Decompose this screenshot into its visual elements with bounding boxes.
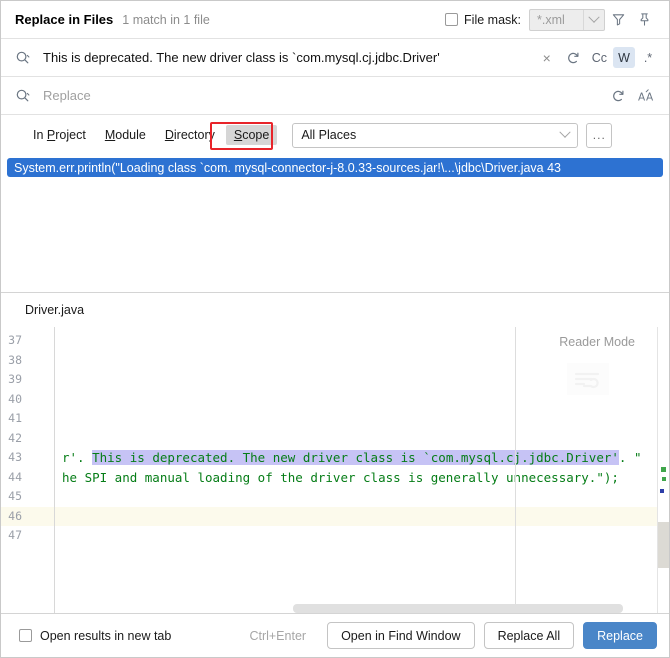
horizontal-scrollbar-thumb[interactable]: [293, 604, 623, 613]
open-results-new-tab-label: Open results in new tab: [40, 628, 172, 643]
scope-tab-in-project[interactable]: In Project: [25, 125, 94, 145]
table-row[interactable]: System.err.println("Loading class `com. …: [7, 158, 663, 177]
svg-text:A: A: [638, 91, 646, 103]
scope-tab-scope[interactable]: Scope: [225, 125, 278, 145]
preview-pane: Driver.java 37 38 39 40 41 42 43 44 45 4…: [1, 293, 669, 613]
dialog-header: Replace in Files 1 match in 1 file File …: [1, 1, 669, 39]
scope-tab-module[interactable]: Module: [97, 125, 154, 145]
line-number: 46: [1, 506, 54, 526]
filter-funnel-icon[interactable]: [605, 7, 631, 33]
svg-text:A: A: [646, 91, 654, 103]
open-results-new-tab-checkbox[interactable]: [19, 629, 32, 642]
line-number-gutter: 37 38 39 40 41 42 43 44 45 46 47: [1, 327, 55, 613]
replace-search-icon: [15, 88, 31, 104]
code-editor[interactable]: 37 38 39 40 41 42 43 44 45 46 47 Reader …: [1, 327, 669, 613]
scope-row: In Project Module Directory Scope All Pl…: [1, 115, 669, 155]
stripe-scroll-thumb[interactable]: [658, 522, 669, 568]
places-chevron-down-icon[interactable]: [559, 126, 571, 138]
search-icon: [15, 50, 31, 66]
file-mask-combo[interactable]: *.xml: [529, 8, 605, 31]
file-mask-checkbox[interactable]: [445, 13, 459, 26]
header-right-controls: File mask: *.xml: [445, 7, 657, 33]
open-in-find-window-button[interactable]: Open in Find Window: [327, 622, 475, 649]
stripe-marker[interactable]: [660, 489, 664, 493]
stripe-marker[interactable]: [662, 477, 666, 481]
line-number: 45: [8, 489, 22, 503]
line-number: 39: [8, 372, 22, 386]
reader-mode-label: Reader Mode: [559, 335, 635, 349]
line-number: 42: [8, 430, 22, 445]
line-number: 43: [8, 450, 22, 464]
match-case-toggle[interactable]: Cc: [588, 47, 611, 68]
replace-all-button[interactable]: Replace All: [483, 622, 575, 649]
search-field-row[interactable]: This is deprecated. The new driver class…: [1, 39, 669, 77]
replace-in-files-dialog: Replace in Files 1 match in 1 file File …: [0, 0, 670, 658]
match-count-label: 1 match in 1 file: [122, 12, 210, 27]
match-highlight: This is deprecated. The new driver class…: [92, 450, 619, 465]
file-mask-chevron-down-icon[interactable]: [583, 9, 604, 30]
replace-field-actions: AA: [605, 83, 659, 109]
search-input[interactable]: This is deprecated. The new driver class…: [43, 50, 536, 65]
preserve-case-icon[interactable]: AA: [633, 83, 659, 109]
code-content[interactable]: Reader Mode r'. This is deprecated. The …: [55, 327, 657, 613]
horizontal-scrollbar[interactable]: [55, 604, 645, 613]
line-number: 44: [8, 469, 22, 484]
line-number: 40: [8, 391, 22, 406]
replace-field-row[interactable]: Replace AA: [1, 77, 669, 115]
reader-mode-watermark-icon: [567, 363, 609, 395]
code-text: he SPI and manual loading of the driver …: [62, 469, 619, 485]
page-title: Replace in Files: [15, 12, 114, 27]
line-number: 38: [8, 352, 22, 367]
scope-tab-directory[interactable]: Directory: [157, 125, 223, 145]
shortcut-hint: Ctrl+Enter: [249, 628, 307, 643]
search-history-icon[interactable]: [560, 45, 586, 71]
code-line: he SPI and manual loading of the driver …: [55, 468, 657, 488]
preview-file-name: Driver.java: [25, 303, 85, 317]
words-toggle[interactable]: W: [613, 47, 635, 68]
stripe-marker[interactable]: [661, 467, 666, 472]
code-line: [55, 506, 657, 526]
file-mask-value: *.xml: [537, 12, 565, 27]
results-list[interactable]: System.err.println("Loading class `com. …: [1, 155, 669, 293]
dialog-footer: Open results in new tab Ctrl+Enter Open …: [1, 613, 669, 657]
code-text: r'.: [62, 450, 93, 465]
line-number: 41: [8, 411, 22, 425]
search-field-actions: × Cc W .*: [536, 45, 659, 71]
error-stripe-gutter[interactable]: [657, 327, 669, 613]
regex-toggle[interactable]: .*: [637, 47, 659, 68]
places-combo[interactable]: All Places: [292, 122, 579, 148]
pin-icon[interactable]: [631, 7, 657, 33]
places-value: All Places: [301, 128, 357, 142]
replace-history-icon[interactable]: [605, 83, 631, 109]
line-number: 47: [8, 528, 22, 542]
file-mask-label: File mask:: [464, 12, 521, 27]
code-text: . ": [618, 450, 642, 465]
replace-input[interactable]: Replace: [43, 88, 605, 103]
fold-guide-line: [515, 327, 516, 613]
result-row-text: System.err.println("Loading class `com. …: [14, 160, 562, 175]
scope-more-button[interactable]: ...: [586, 122, 613, 148]
replace-button[interactable]: Replace: [583, 622, 657, 649]
line-number: 37: [8, 333, 22, 347]
clear-search-icon[interactable]: ×: [536, 47, 558, 68]
code-line: r'. This is deprecated. The new driver c…: [55, 448, 657, 468]
